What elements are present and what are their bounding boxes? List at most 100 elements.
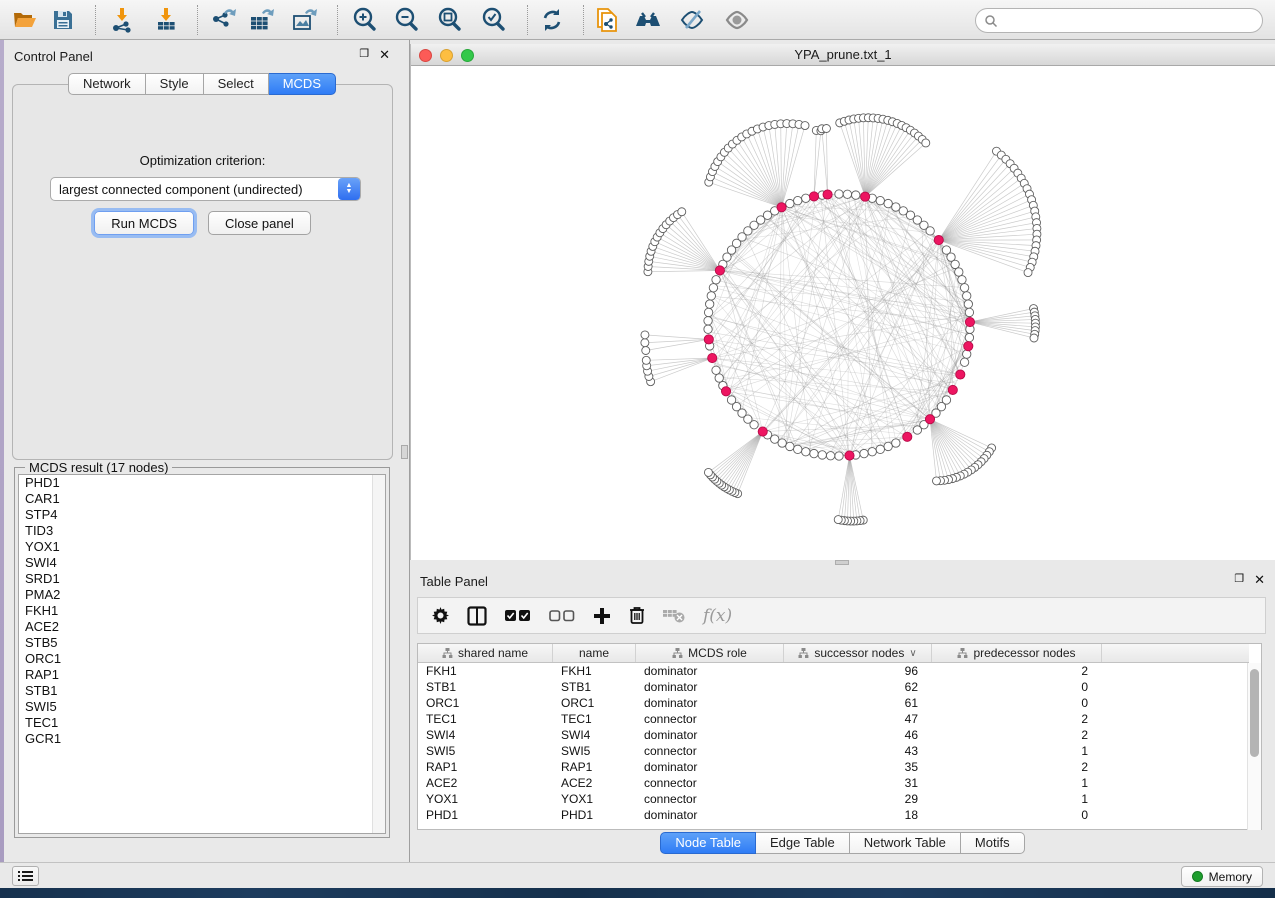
table-cell: 0 xyxy=(932,807,1102,823)
zoom-in-icon[interactable] xyxy=(350,6,380,34)
float-panel-icon[interactable]: ❐ xyxy=(359,47,369,63)
mcds-node xyxy=(956,370,965,379)
table-row[interactable]: ORC1ORC1dominator610 xyxy=(418,695,1249,711)
mcds-node xyxy=(721,387,730,396)
list-menu-icon xyxy=(18,870,33,882)
column-header-name[interactable]: name xyxy=(553,644,636,662)
vertical-splitter[interactable] xyxy=(400,40,410,862)
mcds-result-item[interactable]: SWI4 xyxy=(19,555,385,571)
status-menu-button[interactable] xyxy=(12,866,39,886)
refresh-icon[interactable] xyxy=(537,6,567,34)
mcds-result-item[interactable]: STP4 xyxy=(19,507,385,523)
table-body[interactable]: FKH1FKH1dominator962STB1STB1dominator620… xyxy=(418,663,1249,823)
hide-panel-icon[interactable] xyxy=(677,6,707,34)
save-session-icon[interactable] xyxy=(48,6,78,34)
function-builder-icon[interactable]: f(x) xyxy=(703,604,732,628)
mcds-result-item[interactable]: SWI5 xyxy=(19,699,385,715)
search-field[interactable] xyxy=(975,8,1263,33)
table-row[interactable]: FKH1FKH1dominator962 xyxy=(418,663,1249,679)
mcds-result-item[interactable]: TEC1 xyxy=(19,715,385,731)
show-columns-icon[interactable] xyxy=(467,604,487,628)
table-cell: dominator xyxy=(636,759,784,775)
show-panel-icon[interactable] xyxy=(722,6,752,34)
toolbar-separator xyxy=(197,5,198,35)
export-table-icon[interactable] xyxy=(247,6,277,34)
table-row[interactable]: STB1STB1dominator620 xyxy=(418,679,1249,695)
optimization-criterion-dropdown[interactable]: largest connected component (undirected)… xyxy=(50,177,361,201)
column-header-mcds-role[interactable]: MCDS role xyxy=(636,644,784,662)
table-vertical-scrollbar[interactable] xyxy=(1247,663,1261,830)
import-table-icon[interactable] xyxy=(151,6,181,34)
export-image-icon[interactable] xyxy=(290,6,320,34)
zoom-selected-icon[interactable] xyxy=(479,6,509,34)
delete-table-icon[interactable] xyxy=(663,604,685,628)
tab-motifs[interactable]: Motifs xyxy=(961,832,1025,854)
table-row[interactable]: PHD1PHD1dominator180 xyxy=(418,807,1249,823)
zoom-out-icon[interactable] xyxy=(392,6,422,34)
table-row[interactable]: TEC1TEC1connector472 xyxy=(418,711,1249,727)
clone-network-icon[interactable] xyxy=(592,6,622,34)
search-input[interactable] xyxy=(998,11,1262,31)
mcds-result-item[interactable]: ACE2 xyxy=(19,619,385,635)
splitter-grip[interactable] xyxy=(401,445,408,459)
mcds-result-item[interactable]: YOX1 xyxy=(19,539,385,555)
mcds-result-item[interactable]: CAR1 xyxy=(19,491,385,507)
mcds-list-scrollbar[interactable] xyxy=(372,475,385,833)
tab-network-table[interactable]: Network Table xyxy=(850,832,961,854)
close-panel-icon[interactable]: ✕ xyxy=(379,47,390,63)
mcds-result-item[interactable]: PMA2 xyxy=(19,587,385,603)
table-cell: 1 xyxy=(932,775,1102,791)
mcds-result-item[interactable]: TID3 xyxy=(19,523,385,539)
table-cell: SWI5 xyxy=(418,743,553,759)
mcds-node xyxy=(948,385,957,394)
mcds-result-item[interactable]: FKH1 xyxy=(19,603,385,619)
export-network-icon[interactable] xyxy=(209,6,239,34)
table-row[interactable]: YOX1YOX1connector291 xyxy=(418,791,1249,807)
column-header-predecessor-nodes[interactable]: predecessor nodes xyxy=(932,644,1102,662)
memory-button[interactable]: Memory xyxy=(1181,866,1263,887)
table-cell: STB1 xyxy=(553,679,636,695)
run-mcds-button[interactable]: Run MCDS xyxy=(94,211,194,235)
mcds-result-list[interactable]: PHD1CAR1STP4TID3YOX1SWI4SRD1PMA2FKH1ACE2… xyxy=(18,474,386,834)
mcds-result-item[interactable]: STB1 xyxy=(19,683,385,699)
status-bar: Memory xyxy=(0,862,1275,888)
mcds-result-item[interactable]: SRD1 xyxy=(19,571,385,587)
deselect-all-rows-icon[interactable] xyxy=(549,604,575,628)
zoom-fit-icon[interactable] xyxy=(435,6,465,34)
table-cell: ORC1 xyxy=(418,695,553,711)
import-network-icon[interactable] xyxy=(107,6,137,34)
tab-network[interactable]: Network xyxy=(68,73,146,95)
sort-menu-chevron-icon[interactable]: ∨ xyxy=(909,648,916,659)
float-panel-icon[interactable]: ❐ xyxy=(1234,572,1244,588)
open-file-icon[interactable] xyxy=(10,6,40,34)
table-row[interactable]: SWI5SWI5connector431 xyxy=(418,743,1249,759)
dropdown-selected-value: largest connected component (undirected) xyxy=(51,182,338,197)
table-cell: STB1 xyxy=(418,679,553,695)
mcds-result-item[interactable]: RAP1 xyxy=(19,667,385,683)
select-all-rows-icon[interactable] xyxy=(505,604,531,628)
mcds-result-item[interactable]: GCR1 xyxy=(19,731,385,747)
table-row[interactable]: ACE2ACE2connector311 xyxy=(418,775,1249,791)
search-network-icon[interactable] xyxy=(633,6,663,34)
table-row[interactable]: SWI4SWI4dominator462 xyxy=(418,727,1249,743)
mcds-result-item[interactable]: ORC1 xyxy=(19,651,385,667)
network-canvas[interactable] xyxy=(411,66,1275,560)
close-panel-icon[interactable]: ✕ xyxy=(1254,572,1265,588)
delete-column-icon[interactable] xyxy=(629,604,645,628)
column-header-shared-name[interactable]: shared name xyxy=(418,644,553,662)
network-window-titlebar[interactable]: YPA_prune.txt_1 xyxy=(411,44,1275,66)
tab-style[interactable]: Style xyxy=(146,73,204,95)
tab-mcds[interactable]: MCDS xyxy=(269,73,336,95)
mcds-result-item[interactable]: STB5 xyxy=(19,635,385,651)
close-panel-button[interactable]: Close panel xyxy=(208,211,311,235)
tab-edge-table[interactable]: Edge Table xyxy=(756,832,850,854)
tab-select[interactable]: Select xyxy=(204,73,269,95)
table-row[interactable]: RAP1RAP1dominator352 xyxy=(418,759,1249,775)
column-header-successor-nodes[interactable]: successor nodes ∨ xyxy=(784,644,932,662)
tab-node-table[interactable]: Node Table xyxy=(660,832,756,854)
add-column-icon[interactable] xyxy=(593,604,611,628)
table-settings-gear-icon[interactable] xyxy=(432,604,449,628)
scrollbar-thumb[interactable] xyxy=(1250,669,1259,757)
table-cell: ACE2 xyxy=(418,775,553,791)
mcds-result-item[interactable]: PHD1 xyxy=(19,475,385,491)
